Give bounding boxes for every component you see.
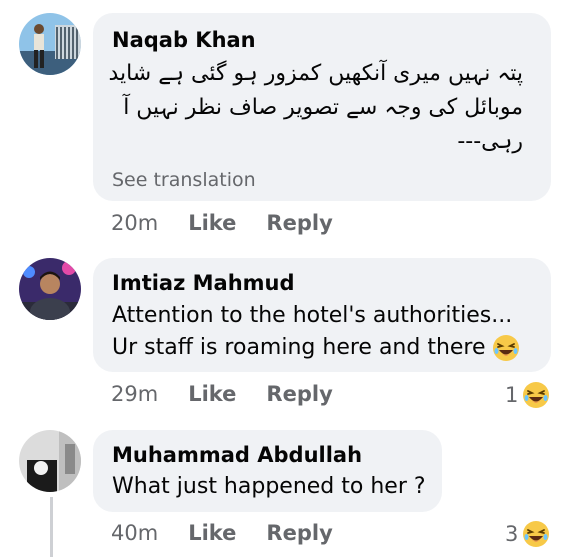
laughing-emoji-icon	[492, 334, 520, 362]
comment-bubble: Muhammad Abdullah What just happened to …	[93, 430, 442, 512]
thread-line	[50, 497, 53, 557]
comment-bubble: Imtiaz Mahmud Attention to the hotel's a…	[93, 258, 551, 372]
comment-text: پتہ نہیں میری آنکھیں کمزور ہو گئی ہے شای…	[108, 57, 523, 159]
reply-button[interactable]: Reply	[266, 211, 332, 235]
reaction-count: 3	[505, 522, 519, 546]
reply-button[interactable]: Reply	[266, 382, 332, 406]
see-translation-link[interactable]: See translation	[112, 167, 256, 193]
comment-line: Ur staff is roaming here and there	[112, 335, 486, 360]
avatar[interactable]	[19, 13, 81, 75]
avatar[interactable]	[19, 430, 81, 492]
comment-time[interactable]: 40m	[111, 521, 158, 545]
reaction-summary[interactable]: 3	[505, 520, 550, 548]
like-button[interactable]: Like	[188, 521, 236, 545]
comment-line: پتہ نہیں میری آنکھیں کمزور ہو گئی ہے شای…	[108, 61, 523, 86]
avatar[interactable]	[19, 258, 81, 320]
comment-bubble: Naqab Khan پتہ نہیں میری آنکھیں کمزور ہو…	[93, 13, 551, 201]
comment-author[interactable]: Imtiaz Mahmud	[112, 270, 295, 296]
comment-line: موبائل کی وجہ سے تصویر صاف نظر نہیں آ	[123, 95, 523, 120]
comment-actions: 40m Like Reply	[111, 521, 333, 545]
comment-text: Attention to the hotel's authorities... …	[112, 300, 520, 364]
like-button[interactable]: Like	[188, 211, 236, 235]
comment-time[interactable]: 20m	[111, 211, 158, 235]
reaction-summary[interactable]: 1	[505, 381, 550, 409]
reaction-count: 1	[505, 383, 519, 407]
laughing-emoji-icon	[522, 520, 550, 548]
comment-line: Attention to the hotel's authorities...	[112, 303, 513, 328]
comment-time[interactable]: 29m	[111, 382, 158, 406]
comment-line: What just happened to her ?	[112, 474, 426, 499]
comment-actions: 29m Like Reply	[111, 382, 333, 406]
comment-author[interactable]: Naqab Khan	[112, 27, 256, 53]
comment-actions: 20m Like Reply	[111, 211, 333, 235]
comment-line: رہی---	[457, 129, 523, 154]
like-button[interactable]: Like	[188, 382, 236, 406]
reply-button[interactable]: Reply	[266, 521, 332, 545]
comment-author[interactable]: Muhammad Abdullah	[112, 442, 362, 468]
laughing-emoji-icon	[522, 381, 550, 409]
